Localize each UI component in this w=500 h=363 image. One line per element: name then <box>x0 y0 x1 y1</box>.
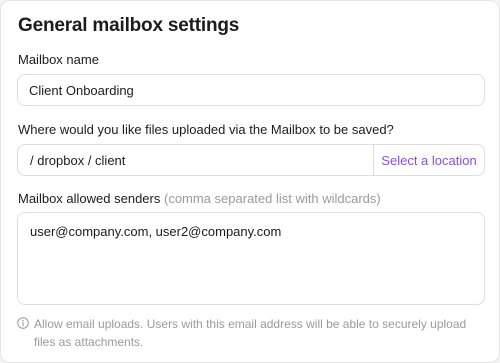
allowed-senders-textarea[interactable]: user@company.com, user2@company.com <box>17 212 485 305</box>
mailbox-name-label: Mailbox name <box>18 52 99 67</box>
info-icon <box>17 317 29 329</box>
mailbox-settings-card: General mailbox settings Mailbox name Cl… <box>0 0 500 363</box>
mailbox-name-input[interactable]: Client Onboarding <box>17 74 485 106</box>
select-location-button[interactable]: Select a location <box>373 145 484 175</box>
page-title: General mailbox settings <box>18 15 240 36</box>
allowed-senders-label: Mailbox allowed senders (comma separated… <box>18 191 381 206</box>
upload-location-field: / dropbox / client Select a location <box>17 144 485 176</box>
upload-location-label: Where would you like files uploaded via … <box>18 122 394 137</box>
allowed-senders-value: user@company.com, user2@company.com <box>30 224 282 239</box>
allowed-senders-label-text: Mailbox allowed senders <box>18 191 161 206</box>
mailbox-name-value: Client Onboarding <box>29 82 134 98</box>
upload-path-display: / dropbox / client <box>30 152 126 168</box>
allowed-senders-hint: (comma separated list with wildcards) <box>163 191 381 206</box>
allowed-senders-help: Allow email uploads. Users with this ema… <box>17 315 487 351</box>
help-text: Allow email uploads. Users with this ema… <box>34 317 467 349</box>
